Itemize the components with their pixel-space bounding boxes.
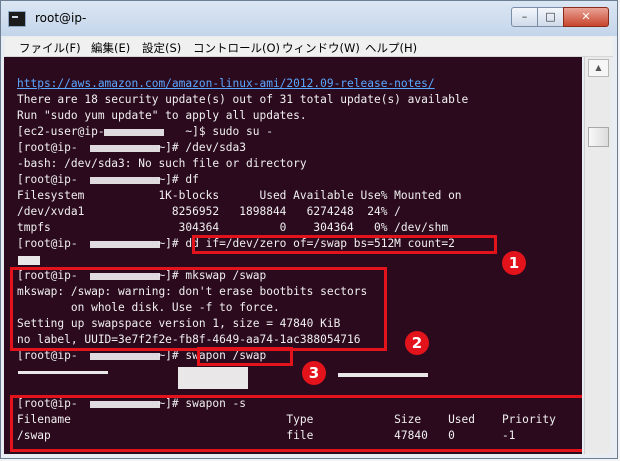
scroll-thumb[interactable] xyxy=(588,127,609,147)
annotation-number-2: 2 xyxy=(405,331,429,355)
menu-file[interactable]: ファイル(F) xyxy=(19,40,81,56)
minimize-button[interactable]: – xyxy=(511,7,538,27)
terminal-line: tmpfs 304364 0 304364 0% /dev/shm xyxy=(17,221,449,234)
highlight-swapon-command xyxy=(197,347,293,366)
title-bar[interactable]: root@ip- – □ ✕ xyxy=(1,1,617,36)
maximize-button[interactable]: □ xyxy=(537,7,564,27)
terminal-line: /dev/xvda1 8256952 1898844 6274248 24% / xyxy=(17,205,401,218)
menu-window[interactable]: ウィンドウ(W) xyxy=(282,40,360,56)
menu-bar: ファイル(F) 編集(E) 設定(S) コントロール(O) ウィンドウ(W) ヘ… xyxy=(5,37,613,57)
terminal-line: Run "sudo yum update" to apply all updat… xyxy=(17,109,307,122)
terminal-line: -bash: /dev/sda3: No such file or direct… xyxy=(17,157,307,170)
highlight-swapon-status xyxy=(10,395,582,452)
annotation-number-1: 1 xyxy=(502,251,526,275)
redacted-output xyxy=(18,371,108,374)
redacted-hostname xyxy=(90,353,160,360)
redacted-hostname xyxy=(90,177,160,184)
window-title: root@ip- xyxy=(35,11,87,25)
menu-edit[interactable]: 編集(E) xyxy=(91,40,130,56)
terminal-app-icon xyxy=(8,11,26,27)
redacted-output xyxy=(178,367,248,389)
redacted-hostname xyxy=(90,241,160,248)
redacted-hostname xyxy=(90,145,160,152)
redacted-hostname xyxy=(104,129,164,136)
menu-control[interactable]: コントロール(O) xyxy=(193,40,280,56)
terminal-line: There are 18 security update(s) out of 3… xyxy=(17,93,469,106)
redacted-output xyxy=(338,373,428,377)
highlight-dd-command xyxy=(192,235,497,254)
terminal-output[interactable]: https://aws.amazon.com/amazon-linux-ami/… xyxy=(4,57,608,454)
terminal-line[interactable]: https://aws.amazon.com/amazon-linux-ami/… xyxy=(17,77,435,91)
scroll-up-arrow-icon[interactable]: ▲ xyxy=(588,59,609,77)
highlight-mkswap-output xyxy=(10,267,387,351)
menu-help[interactable]: ヘルプ(H) xyxy=(365,40,417,56)
redacted-output xyxy=(18,256,40,265)
annotation-number-3: 3 xyxy=(302,361,326,385)
terminal-line: Filesystem 1K-blocks Used Available Use%… xyxy=(17,189,462,202)
close-button[interactable]: ✕ xyxy=(563,7,609,27)
vertical-scrollbar[interactable]: ▲ xyxy=(584,57,611,454)
menu-settings[interactable]: 設定(S) xyxy=(142,40,181,56)
